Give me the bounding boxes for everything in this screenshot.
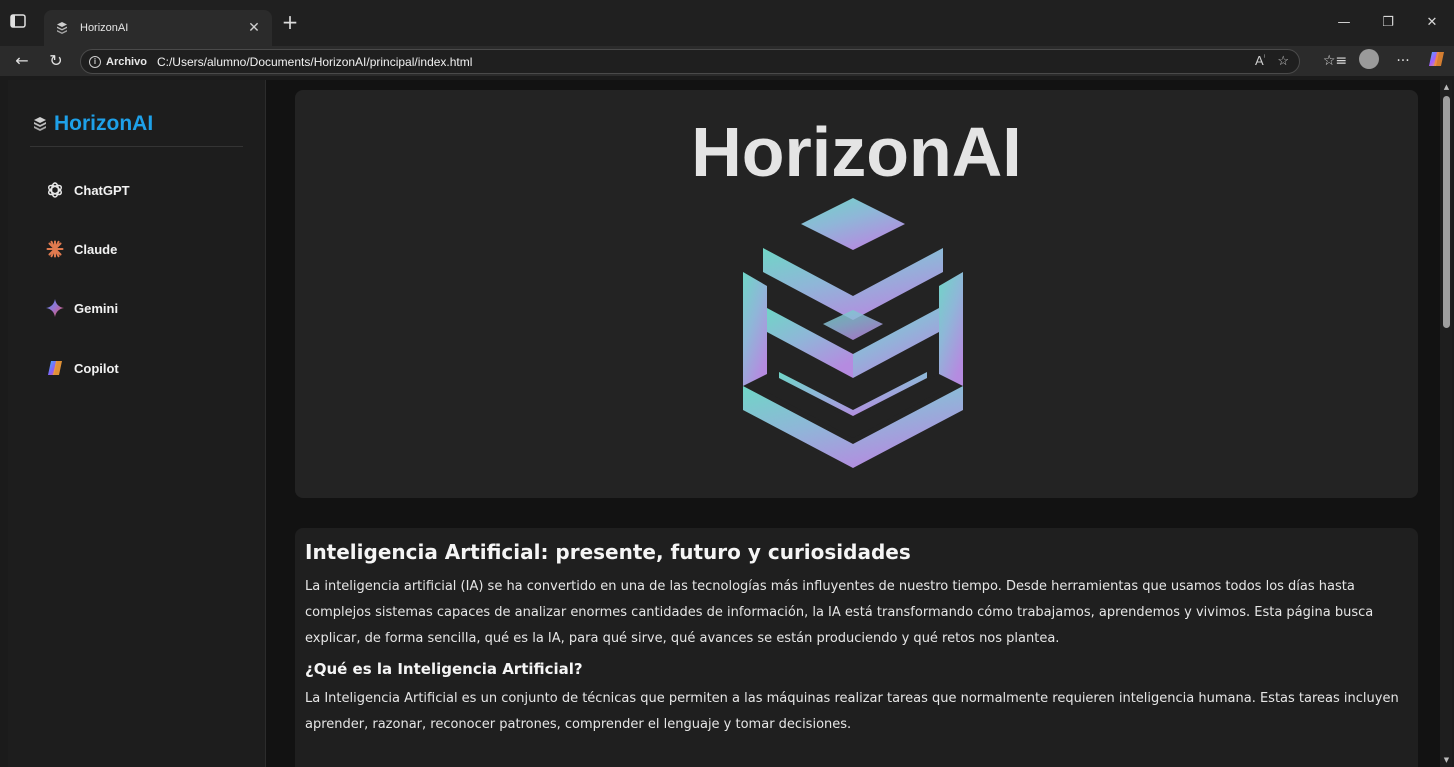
- restore-button[interactable]: ❐: [1366, 10, 1410, 36]
- address-url[interactable]: C:/Users/alumno/Documents/HorizonAI/prin…: [157, 55, 472, 69]
- sidebar-item-gemini[interactable]: Gemini: [46, 296, 118, 320]
- page-scrollbar[interactable]: ▲ ▼: [1440, 80, 1452, 767]
- horizonai-favicon-icon: [54, 20, 70, 36]
- more-options-icon[interactable]: ···: [1386, 53, 1420, 69]
- gemini-icon: [46, 299, 64, 317]
- sidebar-item-copilot[interactable]: Copilot: [46, 356, 119, 380]
- article-subheading: ¿Qué es la Inteligencia Artificial?: [305, 660, 583, 678]
- new-tab-button[interactable]: +: [280, 12, 300, 33]
- sidebar-item-chatgpt[interactable]: ChatGPT: [46, 178, 130, 202]
- site-info-icon[interactable]: i: [89, 55, 101, 68]
- address-scheme-label: Archivo: [106, 55, 147, 68]
- page-viewport: HorizonAI ChatGPT Claude Gemini Copilot …: [8, 80, 1440, 767]
- close-window-button[interactable]: ✕: [1410, 10, 1454, 36]
- tab-bar: HorizonAI ✕ + — ❐ ✕: [0, 0, 1454, 46]
- article-heading: Inteligencia Artificial: presente, futur…: [305, 540, 911, 564]
- copilot-icon: [46, 359, 64, 377]
- browser-tab[interactable]: HorizonAI ✕: [44, 10, 272, 46]
- browser-window: HorizonAI ✕ + — ❐ ✕ ← ↻ i Archivo C:/Use…: [0, 0, 1454, 767]
- horizonai-hero-logo-icon: [743, 198, 963, 468]
- sidebar-item-label: Claude: [74, 241, 118, 257]
- favorites-icon[interactable]: ☆≡: [1318, 53, 1352, 69]
- window-controls: — ❐ ✕: [1322, 10, 1454, 36]
- article-intro-paragraph: La inteligencia artificial (IA) se ha co…: [305, 579, 1374, 646]
- article-section: Inteligencia Artificial: presente, futur…: [295, 528, 1418, 767]
- sidebar-item-claude[interactable]: Claude: [46, 237, 117, 261]
- back-arrow-icon[interactable]: ←: [12, 51, 32, 71]
- hero-title: HorizonAI: [691, 113, 1022, 191]
- refresh-icon[interactable]: ↻: [46, 51, 66, 71]
- navigation-bar: ← ↻ i Archivo C:/Users/alumno/Documents/…: [0, 46, 1454, 76]
- article-definition-paragraph: La Inteligencia Artificial es un conjunt…: [305, 691, 1399, 732]
- read-aloud-icon[interactable]: A⁾: [1255, 53, 1265, 69]
- scroll-up-icon[interactable]: ▲: [1442, 83, 1451, 91]
- minimize-button[interactable]: —: [1322, 10, 1366, 36]
- sidebar-item-label: Copilot: [74, 360, 119, 376]
- hero-banner: HorizonAI: [295, 90, 1418, 498]
- claude-icon: [46, 240, 64, 258]
- profile-avatar[interactable]: [1352, 49, 1386, 73]
- scroll-down-icon[interactable]: ▼: [1442, 756, 1451, 764]
- tab-actions-icon[interactable]: [10, 14, 26, 28]
- tab-close-icon[interactable]: ✕: [246, 20, 262, 36]
- sidebar-divider: [30, 146, 243, 147]
- copilot-toolbar-icon[interactable]: [1420, 50, 1454, 72]
- favorite-star-icon[interactable]: ☆: [1277, 53, 1289, 69]
- sidebar: HorizonAI ChatGPT Claude Gemini Copilot: [8, 80, 266, 767]
- sidebar-brand[interactable]: HorizonAI: [32, 112, 153, 136]
- horizonai-logo-icon: [34, 117, 46, 131]
- sidebar-item-label: ChatGPT: [74, 182, 130, 198]
- toolbar-right: ☆≡ ···: [1318, 46, 1454, 76]
- brand-name: HorizonAI: [54, 112, 154, 135]
- address-bar[interactable]: i Archivo C:/Users/alumno/Documents/Hori…: [80, 49, 1300, 74]
- sidebar-item-label: Gemini: [74, 300, 119, 316]
- chatgpt-icon: [46, 181, 64, 199]
- tab-title: HorizonAI: [80, 22, 129, 34]
- scrollbar-thumb[interactable]: [1443, 96, 1450, 328]
- address-actions: A⁾ ☆: [1255, 53, 1289, 69]
